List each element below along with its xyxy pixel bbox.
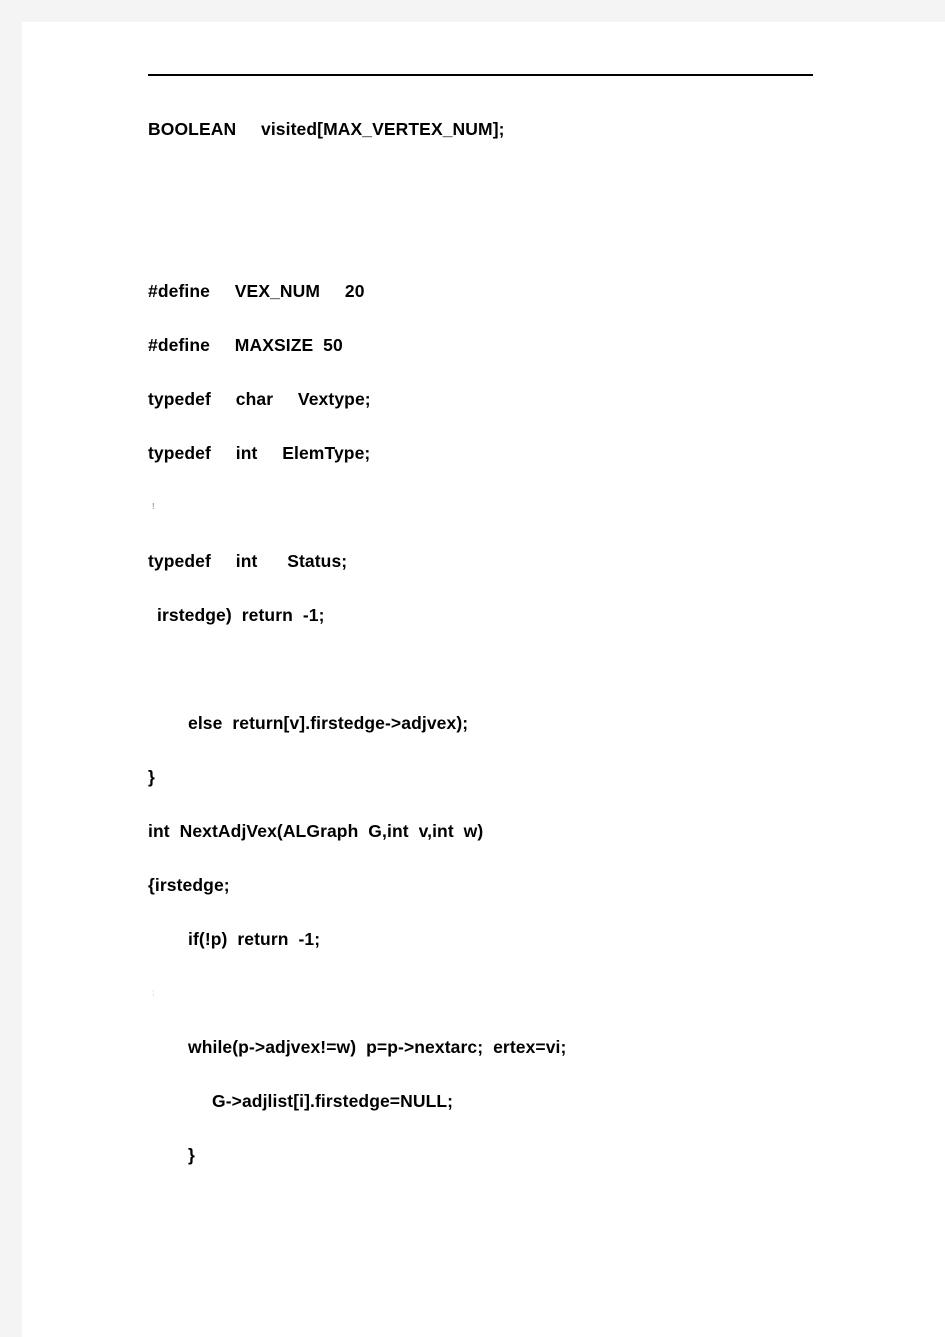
code-line: if(!p) return -1; — [188, 929, 321, 949]
code-line: while(p->adjvex!=w) p=p->nextarc; ertex=… — [188, 1037, 567, 1057]
document-page: BOOLEAN visited[MAX_VERTEX_NUM]; #define … — [22, 22, 945, 1337]
horizontal-rule — [148, 74, 813, 76]
document-content: BOOLEAN visited[MAX_VERTEX_NUM]; #define … — [148, 74, 848, 1182]
code-line: G->adjlist[i].firstedge=NULL; — [212, 1091, 454, 1111]
code-line: typedef int Status; — [148, 551, 348, 571]
code-line: int NextAdjVex(ALGraph G,int v,int w) — [148, 821, 484, 841]
text-artifact-mark: ; — [152, 988, 155, 997]
code-line: #define MAXSIZE 50 — [148, 335, 343, 355]
code-line: {irstedge; — [148, 875, 230, 895]
code-line: else return[v].firstedge->adjvex); — [188, 713, 469, 733]
text-artifact-mark: ! — [152, 502, 155, 511]
code-line: } — [188, 1145, 195, 1165]
code-line: typedef char Vextype; — [148, 389, 371, 409]
code-text-block: BOOLEAN visited[MAX_VERTEX_NUM]; #define … — [148, 102, 848, 1182]
code-line: #define VEX_NUM 20 — [148, 281, 365, 301]
code-line: irstedge) return -1; — [157, 605, 325, 625]
code-line: typedef int ElemType; — [148, 443, 371, 463]
code-line: BOOLEAN visited[MAX_VERTEX_NUM]; — [148, 119, 505, 139]
code-line: } — [148, 767, 155, 787]
